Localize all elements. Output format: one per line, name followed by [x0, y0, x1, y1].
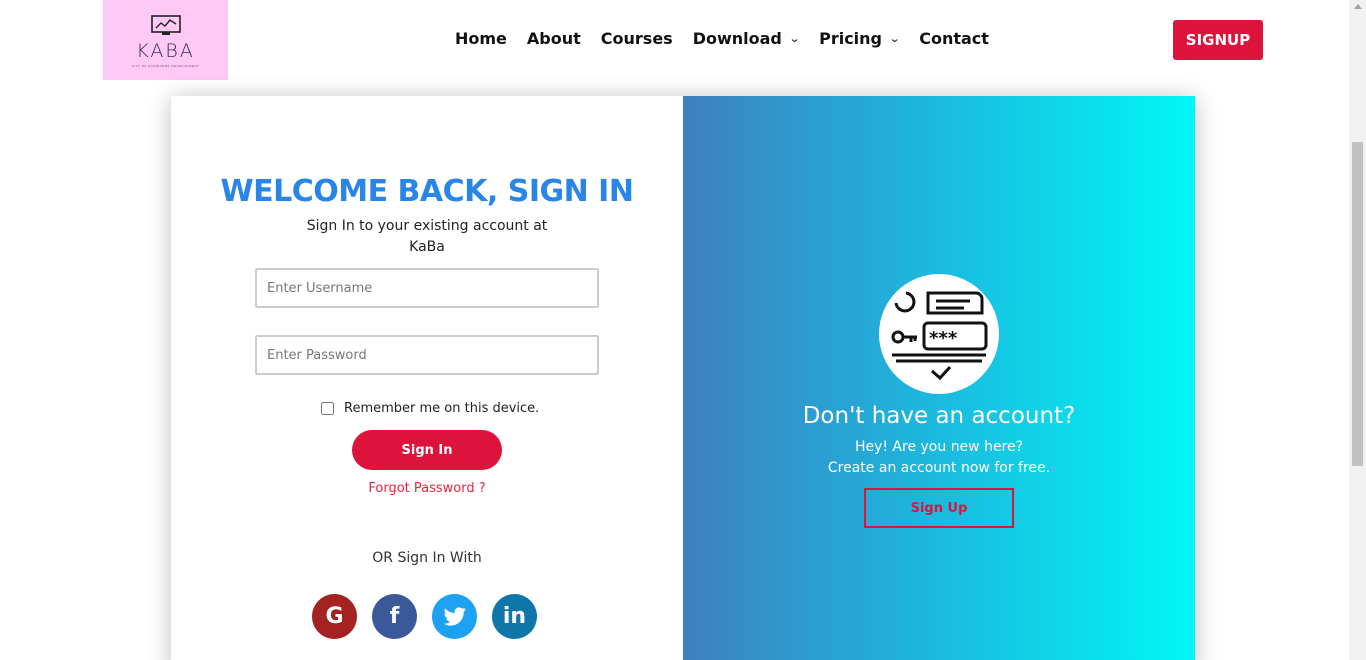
username-input[interactable] [255, 268, 599, 308]
signup-button[interactable]: Sign Up [864, 488, 1014, 528]
nav-courses[interactable]: Courses [601, 29, 673, 48]
remember-label: Remember me on this device. [344, 401, 540, 416]
facebook-icon[interactable]: f [372, 594, 417, 639]
nav-label: Download [692, 29, 782, 48]
google-icon[interactable]: G [312, 594, 357, 639]
signup-text: Hey! Are you new here? Create an account… [683, 437, 1195, 479]
svg-text:***: *** [929, 328, 958, 349]
signin-panel: WELCOME BACK, SIGN IN Sign In to your ex… [171, 96, 683, 660]
logo[interactable]: KABA CITY OF ACHIEVERS DEVELOPMENT [103, 0, 228, 80]
scrollbar-thumb[interactable] [1352, 142, 1363, 466]
nav-contact[interactable]: Contact [919, 29, 989, 48]
nav-home[interactable]: Home [455, 29, 507, 48]
password-security-icon: *** [879, 274, 999, 394]
logo-text: KABA [136, 39, 195, 62]
signin-subtitle: Sign In to your existing account at KaBa [306, 218, 548, 255]
signup-line1: Hey! Are you new here? [854, 439, 1024, 455]
or-signin-with: OR Sign In With [372, 550, 482, 566]
twitter-icon[interactable] [432, 594, 477, 639]
nav-label: Home [455, 29, 507, 48]
signup-line2: Create an account now for free. [827, 460, 1051, 476]
nav-about[interactable]: About [527, 29, 581, 48]
signin-button[interactable]: Sign In [352, 430, 502, 470]
remember-me[interactable]: Remember me on this device. [321, 401, 539, 416]
vertical-scrollbar[interactable] [1349, 0, 1366, 660]
header-signup-button[interactable]: SIGNUP [1173, 20, 1263, 60]
scroll-up-arrow-icon[interactable] [1354, 4, 1362, 9]
main-nav: Home About Courses Download ⌄ Pricing ⌄ Co… [455, 29, 1009, 48]
password-input[interactable] [255, 335, 599, 375]
auth-card: WELCOME BACK, SIGN IN Sign In to your ex… [171, 96, 1195, 660]
nav-label: Contact [919, 29, 989, 48]
logo-tagline: CITY OF ACHIEVERS DEVELOPMENT [131, 63, 200, 68]
chevron-down-icon: ⌄ [788, 32, 801, 45]
signin-title: WELCOME BACK, SIGN IN [220, 174, 634, 209]
nav-pricing[interactable]: Pricing ⌄ [819, 29, 901, 48]
signup-panel: *** Don't have an account? Hey! Are you … [683, 96, 1195, 660]
signup-heading: Don't have an account? [802, 403, 1076, 429]
social-buttons: G f in [312, 594, 537, 639]
nav-label: Courses [600, 29, 673, 48]
nav-label: About [526, 29, 581, 48]
linkedin-icon[interactable]: in [492, 594, 537, 639]
nav-label: Pricing [819, 29, 883, 48]
chevron-down-icon: ⌄ [888, 32, 901, 45]
nav-download[interactable]: Download ⌄ [692, 29, 801, 48]
remember-checkbox[interactable] [321, 402, 334, 415]
monitor-chart-icon [150, 14, 181, 35]
forgot-password-link[interactable]: Forgot Password ? [171, 481, 683, 496]
